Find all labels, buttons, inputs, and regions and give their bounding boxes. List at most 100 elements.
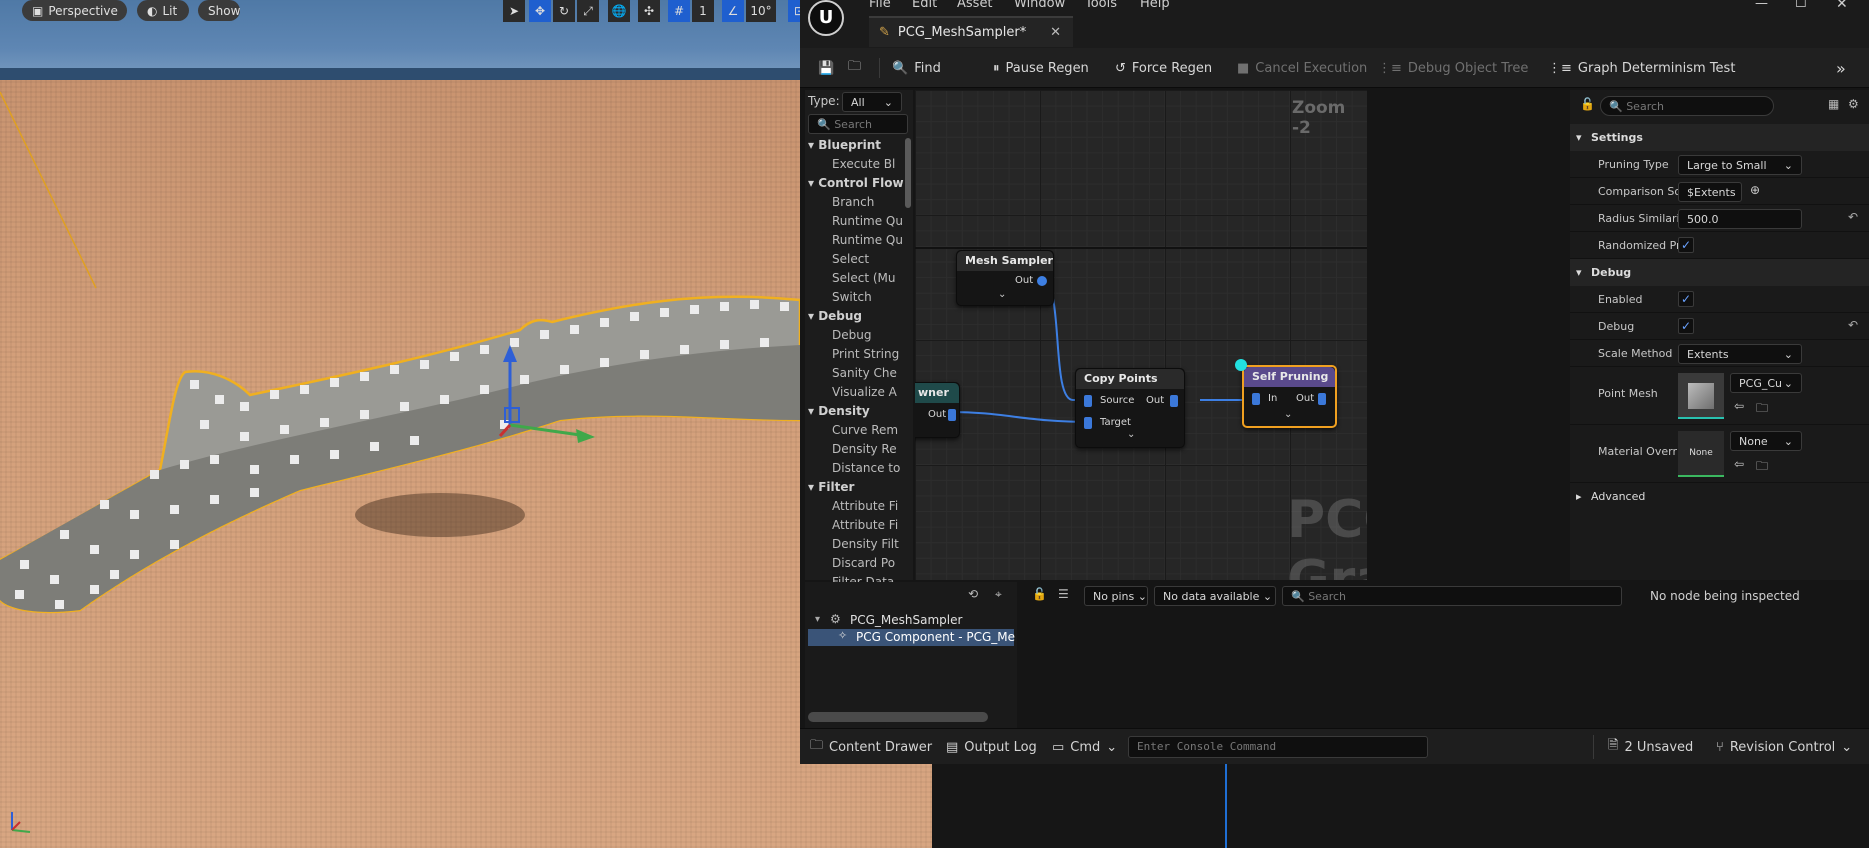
level-viewport[interactable]: ▣ Perspective ◐ Lit Show ➤ ✥ ↻ ⤢ 🌐 ✣ # 1 ∠… [0, 0, 932, 848]
toolbar-overflow-icon[interactable]: » [1836, 56, 1846, 80]
tab-pcg-meshsampler[interactable]: ✎ PCG_MeshSampler* ✕ [869, 16, 1073, 47]
menu-window[interactable]: Window [1014, 0, 1065, 11]
expand-chevron-icon[interactable]: ⌄ [1127, 429, 1135, 440]
palette-item[interactable]: Switch [832, 290, 906, 304]
tree-horizontal-scrollbar[interactable] [808, 712, 988, 722]
scale-method-dropdown[interactable]: Extents ⌄ [1678, 344, 1802, 364]
inspector-search-input[interactable]: 🔍 Search [1282, 586, 1622, 606]
filter-icon[interactable]: ☰ [1058, 587, 1069, 601]
node-mesh-sampler[interactable]: Mesh Sampler Out ⌄ [956, 250, 1054, 306]
show-button[interactable]: Show [198, 0, 240, 21]
palette-item[interactable]: Runtime Qu [832, 233, 906, 247]
surface-snap-icon[interactable]: ✣ [638, 0, 660, 22]
material-thumbnail[interactable]: None [1678, 431, 1724, 477]
rotation-snap-value[interactable]: 10° [746, 0, 776, 22]
browse-asset-icon[interactable]: 🗀 [1756, 457, 1768, 478]
palette-item[interactable]: Execute Bl [832, 157, 906, 171]
palette-item[interactable]: Select [832, 252, 906, 266]
tree-child-item[interactable]: ✧ PCG Component - PCG_Me [808, 629, 1015, 646]
perspective-button[interactable]: ▣ Perspective [22, 0, 127, 21]
tree-root-item[interactable]: PCG_MeshSampler [850, 613, 962, 627]
palette-item[interactable]: Curve Rem [832, 423, 906, 437]
palette-category[interactable]: ▾ Control Flow [808, 176, 904, 190]
scale-mode-icon[interactable]: ⤢ [577, 0, 599, 22]
out-pin[interactable] [1318, 393, 1326, 405]
pruning-type-dropdown[interactable]: Large to Small ⌄ [1678, 155, 1802, 175]
grid-snap-icon[interactable]: # [668, 0, 690, 22]
force-regen-button[interactable]: ↺ Force Regen [1115, 56, 1212, 80]
reset-icon[interactable]: ↶ [1848, 318, 1858, 332]
enabled-checkbox[interactable]: ✓ [1678, 291, 1694, 307]
rotate-mode-icon[interactable]: ↻ [553, 0, 575, 22]
menu-asset[interactable]: Asset [957, 0, 993, 11]
section-settings[interactable]: ▾ Settings [1570, 124, 1869, 151]
focus-icon[interactable]: ⌖ [995, 587, 1002, 602]
unsaved-button[interactable]: 🗎 2 Unsaved [1608, 737, 1693, 757]
refresh-icon[interactable]: ⟲ [968, 587, 978, 601]
pause-regen-button[interactable]: ⏸ Pause Regen [993, 56, 1089, 80]
select-mode-icon[interactable]: ➤ [503, 0, 525, 22]
content-drawer-button[interactable]: 🗀 Content Drawer [810, 737, 932, 757]
table-view-icon[interactable]: ▦ [1828, 97, 1839, 111]
palette-item[interactable]: Sanity Che [832, 366, 906, 380]
palette-item[interactable]: Visualize A [832, 385, 906, 399]
palette-item[interactable]: Distance to [832, 461, 906, 475]
randomized-pruning-checkbox[interactable]: ✓ [1678, 237, 1694, 253]
use-selected-icon[interactable]: ⇦ [1734, 399, 1744, 413]
palette-category[interactable]: ▾ Filter [808, 480, 854, 494]
in-pin[interactable] [1252, 393, 1260, 405]
expand-chevron-icon[interactable]: ⌄ [998, 289, 1006, 300]
source-pin[interactable] [1084, 395, 1092, 407]
palette-item[interactable]: Density Filt [832, 537, 906, 551]
palette-item[interactable]: Attribute Fi [832, 518, 906, 532]
palette-item[interactable]: Select (Mu [832, 271, 906, 285]
expand-chevron-icon[interactable]: ⌄ [1284, 409, 1292, 420]
grid-snap-value[interactable]: 1 [692, 0, 714, 22]
lit-button[interactable]: ◐ Lit [137, 0, 189, 21]
radius-similarity-input[interactable]: 500.0 [1678, 209, 1802, 229]
menu-edit[interactable]: Edit [912, 0, 937, 11]
palette-item[interactable]: Density Re [832, 442, 906, 456]
pins-dropdown[interactable]: No pins ⌄ [1084, 586, 1148, 606]
palette-item[interactable]: Branch [832, 195, 906, 209]
world-space-icon[interactable]: 🌐 [608, 0, 630, 22]
type-filter-dropdown[interactable]: All ⌄ [842, 92, 902, 112]
graph-determinism-button[interactable]: ⋮≡ Graph Determinism Test [1548, 56, 1735, 80]
console-command-input[interactable]: Enter Console Command [1128, 736, 1428, 758]
use-selected-icon[interactable]: ⇦ [1734, 457, 1744, 471]
debug-object-tree-button[interactable]: ⋮≡ Debug Object Tree [1378, 56, 1528, 80]
palette-category[interactable]: ▾ Density [808, 404, 870, 418]
out-pin[interactable] [1170, 395, 1178, 407]
browse-icon[interactable]: 🗀 [848, 56, 861, 80]
cmd-button[interactable]: ▭ Cmd ⌄ [1052, 737, 1117, 757]
node-self-pruning[interactable]: Self Pruning In Out ⌄ [1242, 365, 1337, 428]
data-dropdown[interactable]: No data available ⌄ [1154, 586, 1276, 606]
point-mesh-thumbnail[interactable] [1678, 373, 1724, 419]
menu-help[interactable]: Help [1140, 0, 1170, 11]
cancel-execution-button[interactable]: ■ Cancel Execution [1237, 56, 1367, 80]
palette-item[interactable]: Print String [832, 347, 906, 361]
out-pin[interactable] [948, 409, 956, 421]
palette-item[interactable]: Debug [832, 328, 906, 342]
save-icon[interactable]: 💾 [818, 56, 834, 80]
add-icon[interactable]: ⊕ [1750, 183, 1760, 197]
palette-category[interactable]: ▾ Debug [808, 309, 862, 323]
target-pin[interactable] [1084, 417, 1092, 429]
minimize-icon[interactable]: — [1755, 0, 1768, 11]
reset-icon[interactable]: ↶ [1848, 210, 1858, 224]
palette-category[interactable]: ▾ Blueprint [808, 138, 881, 152]
close-window-icon[interactable]: ✕ [1836, 0, 1848, 12]
find-button[interactable]: 🔍 Find [892, 56, 941, 80]
details-search-input[interactable]: 🔍 Search [1600, 96, 1774, 116]
lock-icon[interactable]: 🔓 [1032, 587, 1047, 601]
graph-canvas[interactable]: Zoom -2 PCG Graph Mesh Sampler Out ⌄ wne… [915, 90, 1367, 580]
node-copy-points[interactable]: Copy Points Source Out Target ⌄ [1075, 368, 1185, 448]
comparison-source-field[interactable]: $Extents [1678, 182, 1742, 202]
menu-tools[interactable]: Tools [1085, 0, 1117, 11]
palette-item[interactable]: Runtime Qu [832, 214, 906, 228]
palette-search-input[interactable]: 🔍 Search [808, 114, 908, 134]
menu-file[interactable]: File [869, 0, 891, 11]
palette-item[interactable]: Discard Po [832, 556, 906, 570]
point-mesh-dropdown[interactable]: PCG_Cu ⌄ [1730, 373, 1802, 393]
node-get-owner[interactable]: wner Out [915, 382, 960, 438]
